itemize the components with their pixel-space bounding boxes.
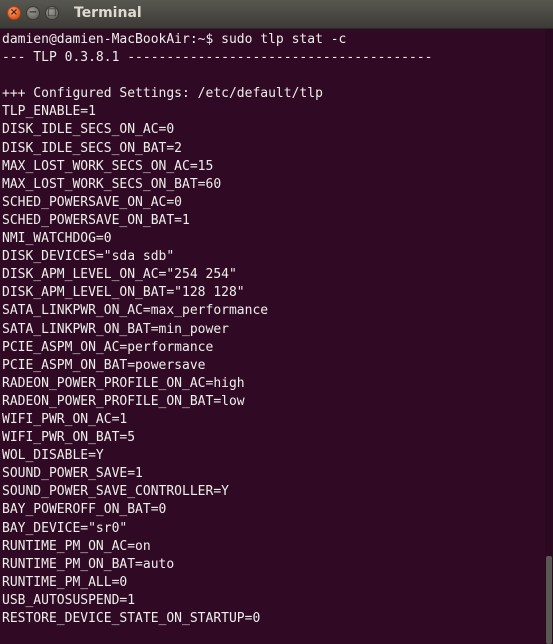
terminal-line: SATA_LINKPWR_ON_BAT=min_power <box>2 321 229 337</box>
close-icon: × <box>9 7 19 18</box>
terminal-line: SOUND_POWER_SAVE_CONTROLLER=Y <box>2 484 229 500</box>
terminal-line: PCIE_ASPM_ON_AC=performance <box>2 339 214 355</box>
terminal-line: RUNTIME_PM_ON_BAT=auto <box>2 556 175 572</box>
terminal-line: WIFI_PWR_ON_BAT=5 <box>2 430 136 446</box>
terminal-line: MAX_LOST_WORK_SECS_ON_AC=15 <box>2 158 214 174</box>
terminal-line: DISK_IDLE_SECS_ON_BAT=2 <box>2 140 183 156</box>
scrollbar-thumb[interactable] <box>546 556 552 644</box>
terminal-line: PCIE_ASPM_ON_BAT=powersave <box>2 357 206 373</box>
terminal-line: TLP_ENABLE=1 <box>2 104 96 120</box>
terminal-scrollbar[interactable] <box>545 29 553 644</box>
terminal-output[interactable]: damien@damien-MacBookAir:~$ sudo tlp sta… <box>0 29 545 644</box>
minimize-window-button[interactable]: − <box>26 6 40 20</box>
terminal-line: SATA_LINKPWR_ON_AC=max_performance <box>2 303 269 319</box>
title-bar[interactable]: × − □ Terminal <box>0 0 553 29</box>
terminal-line: DISK_APM_LEVEL_ON_AC="254 254" <box>2 267 237 283</box>
terminal-line: RUNTIME_PM_ON_AC=on <box>2 538 151 554</box>
terminal-line: +++ Configured Settings: /etc/default/tl… <box>2 86 323 102</box>
terminal-line: DISK_APM_LEVEL_ON_BAT="128 128" <box>2 285 245 301</box>
terminal-line: USB_AUTOSUSPEND=1 <box>2 592 136 608</box>
terminal-line: SOUND_POWER_SAVE=1 <box>2 466 143 482</box>
terminal-line: --- TLP 0.3.8.1 ------------------------… <box>2 50 433 66</box>
terminal-line: BAY_DEVICE="sr0" <box>2 520 128 536</box>
terminal-line: NMI_WATCHDOG=0 <box>2 231 112 247</box>
terminal-line: DISK_DEVICES="sda sdb" <box>2 249 175 265</box>
terminal-line: SCHED_POWERSAVE_ON_BAT=1 <box>2 212 190 228</box>
maximize-icon: □ <box>47 7 57 18</box>
terminal-line: RADEON_POWER_PROFILE_ON_BAT=low <box>2 393 245 409</box>
terminal-line: damien@damien-MacBookAir:~$ sudo tlp sta… <box>2 32 347 47</box>
terminal-line: DISK_IDLE_SECS_ON_AC=0 <box>2 122 175 138</box>
terminal-line: SCHED_POWERSAVE_ON_AC=0 <box>2 194 183 210</box>
maximize-window-button[interactable]: □ <box>45 6 59 20</box>
minimize-icon: − <box>28 7 38 18</box>
terminal-line: WIFI_PWR_ON_AC=1 <box>2 411 128 427</box>
terminal-line: BAY_POWEROFF_ON_BAT=0 <box>2 502 167 518</box>
terminal-line: RADEON_POWER_PROFILE_ON_AC=high <box>2 375 245 391</box>
terminal-line: MAX_LOST_WORK_SECS_ON_BAT=60 <box>2 176 222 192</box>
terminal-line: RESTORE_DEVICE_STATE_ON_STARTUP=0 <box>2 611 261 626</box>
terminal-window: × − □ Terminal damien@damien-MacBookAir:… <box>0 0 553 644</box>
close-window-button[interactable]: × <box>7 6 21 20</box>
terminal-line: WOL_DISABLE=Y <box>2 448 104 464</box>
terminal-line: RUNTIME_PM_ALL=0 <box>2 574 128 590</box>
window-title: Terminal <box>74 5 142 21</box>
